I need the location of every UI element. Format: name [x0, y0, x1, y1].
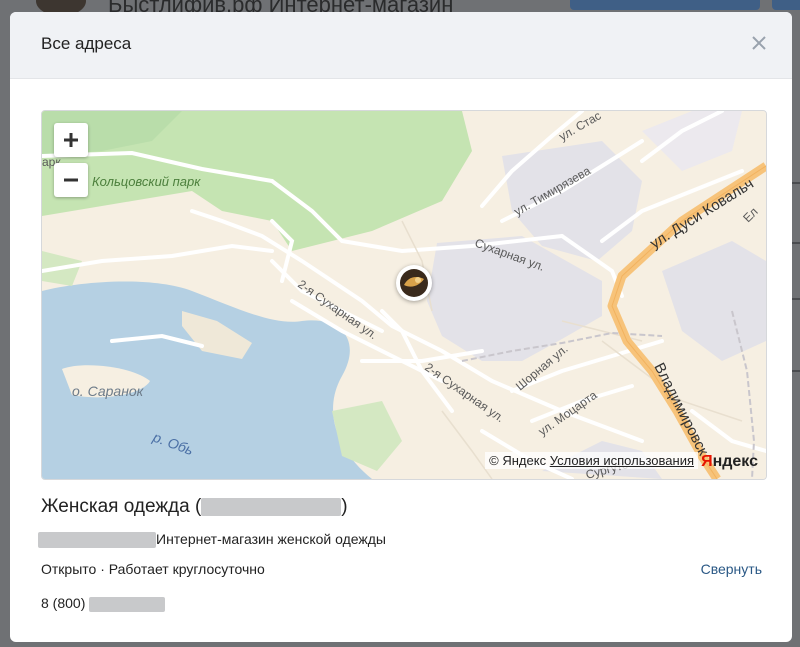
addresses-modal: Все адреса арк Кольцовский парк ул. Стас… [10, 12, 792, 642]
plus-icon [64, 133, 78, 147]
collapse-link[interactable]: Свернуть [701, 561, 762, 577]
map-label-saranok: о. Саранок [72, 383, 145, 399]
terms-link[interactable]: Условия использования [550, 453, 694, 468]
redacted-text [38, 532, 156, 549]
yandex-map[interactable]: арк Кольцовский парк ул. Стас ул. Тимиря… [41, 110, 767, 480]
place-category-text: Интернет-магазин женской одежды [156, 531, 386, 547]
zoom-in-button[interactable] [54, 123, 88, 157]
zoom-out-button[interactable] [54, 163, 88, 197]
redacted-phone [89, 596, 166, 612]
place-phone: 8 (800) [41, 595, 166, 612]
place-status: Открыто · Работает круглосуточно [41, 561, 265, 577]
background-button-secondary [772, 0, 800, 10]
modal-title: Все адреса [41, 34, 132, 53]
map-label-park: Кольцовский парк [92, 174, 201, 189]
background-button [570, 0, 760, 10]
place-name-suffix: ) [341, 496, 348, 517]
close-icon[interactable] [746, 30, 772, 56]
yandex-logo-text: ндекс [712, 453, 758, 470]
attribution-text: © Яндекс [489, 453, 547, 468]
yandex-logo[interactable]: Яндекс [701, 453, 758, 471]
yandex-logo-letter: Я [701, 453, 713, 470]
phone-prefix: 8 (800) [41, 595, 86, 611]
place-name: Женская одежда () [41, 496, 348, 518]
shop-logo-icon [400, 269, 428, 297]
place-category: Интернет-магазин женской одежды [38, 531, 386, 549]
modal-header: Все адреса [10, 12, 792, 79]
redacted-text [201, 497, 342, 516]
minus-icon [64, 178, 78, 182]
place-name-prefix: Женская одежда ( [41, 496, 202, 517]
place-marker[interactable] [396, 265, 432, 301]
map-attribution: © Яндекс Условия использования [485, 452, 698, 469]
